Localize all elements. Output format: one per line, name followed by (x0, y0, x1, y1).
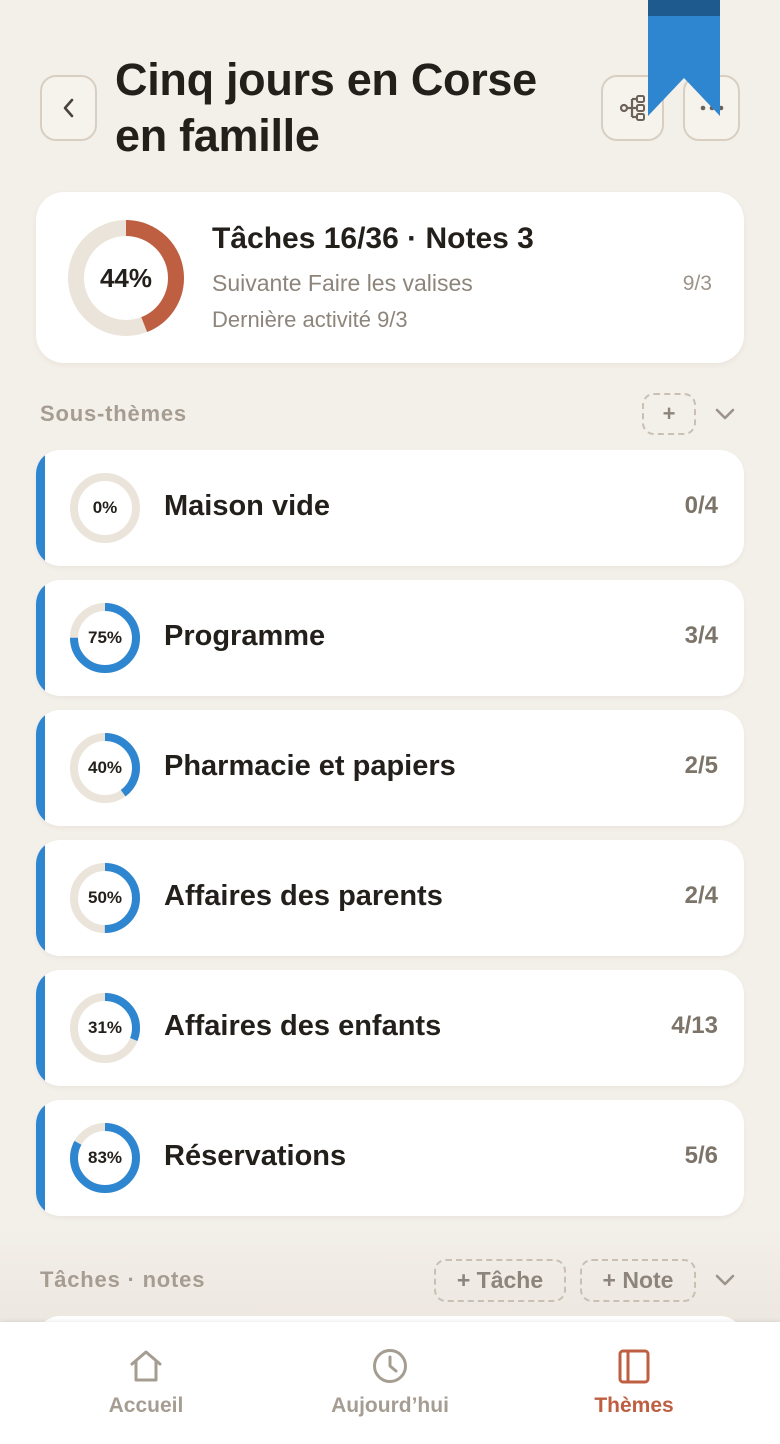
subtheme-count: 0/4 (684, 492, 718, 519)
subtheme-card[interactable]: 50% Affaires des parents 2/4 (36, 840, 744, 956)
subtheme-name: Pharmacie et papiers (164, 750, 456, 782)
nav-item-aujourdhui[interactable]: Aujourd’hui (290, 1322, 490, 1444)
bottom-nav: Accueil Aujourd’hui Thèmes (0, 1322, 780, 1444)
subtheme-name: Programme (164, 620, 326, 652)
subtheme-count: 2/4 (684, 882, 718, 909)
next-task-date: 9/3 (682, 272, 712, 295)
tasks-section-label: Tâches · notes (40, 1267, 206, 1292)
subtheme-count: 2/5 (684, 752, 718, 779)
subtheme-count: 4/13 (671, 1012, 718, 1039)
nav-label: Thèmes (594, 1394, 674, 1417)
subtheme-count: 3/4 (684, 622, 718, 649)
page-title-line-2: en famille (115, 110, 320, 161)
subtheme-percent: 0% (92, 498, 118, 517)
page-title: Cinq jours en Corse en famille (115, 52, 585, 164)
home-icon (130, 1350, 162, 1382)
subtheme-percent: 83% (87, 1148, 123, 1167)
subtheme-percent: 31% (87, 1018, 123, 1037)
nav-item-themes[interactable]: Thèmes (534, 1322, 734, 1444)
book-icon (618, 1349, 650, 1384)
subtheme-accent-bar (36, 710, 45, 826)
subtheme-card[interactable]: 0% Maison vide 0/4 (36, 450, 744, 566)
add-note-button[interactable]: + Note (580, 1259, 696, 1302)
tree-structure-icon (619, 95, 645, 121)
nav-item-accueil[interactable]: Accueil (46, 1322, 246, 1444)
subtheme-percent: 75% (87, 628, 123, 647)
bookmark-ribbon-icon[interactable] (648, 0, 720, 116)
last-activity-text: Dernière activité 9/3 (212, 307, 408, 332)
subtheme-name: Réservations (164, 1140, 347, 1172)
subtheme-card[interactable]: 31% Affaires des enfants 4/13 (36, 970, 744, 1086)
clock-icon (373, 1349, 407, 1383)
subtheme-percent: 40% (87, 758, 123, 777)
subtheme-accent-bar (36, 580, 45, 696)
subtheme-card[interactable]: 40% Pharmacie et papiers 2/5 (36, 710, 744, 826)
chevron-down-icon[interactable] (713, 1272, 737, 1288)
progress-summary-card[interactable]: 44% Tâches 16/36 · Notes 3 Suivante Fair… (36, 192, 744, 363)
subtheme-accent-bar (36, 450, 45, 566)
subtheme-card[interactable]: 75% Programme 3/4 (36, 580, 744, 696)
add-task-button[interactable]: + Tâche (434, 1259, 566, 1302)
page-title-line-1: Cinq jours en Corse (115, 54, 537, 105)
subthemes-section-label: Sous-thèmes (40, 401, 187, 426)
subtheme-name: Maison vide (164, 490, 330, 522)
subtheme-accent-bar (36, 840, 45, 956)
chevron-left-icon (63, 98, 73, 118)
subtheme-accent-bar (36, 970, 45, 1086)
nav-label: Accueil (108, 1394, 184, 1417)
subtheme-name: Affaires des parents (164, 880, 443, 912)
back-button[interactable] (40, 75, 97, 141)
subtheme-percent: 50% (87, 888, 123, 907)
subtheme-card[interactable]: 83% Réservations 5/6 (36, 1100, 744, 1216)
nav-label: Aujourd’hui (331, 1394, 449, 1417)
chevron-down-icon[interactable] (713, 406, 737, 422)
next-task-text: Suivante Faire les valises (212, 270, 473, 296)
summary-title: Tâches 16/36 · Notes 3 (212, 222, 534, 255)
add-subtheme-button[interactable]: + (642, 393, 696, 435)
summary-percent: 44% (99, 262, 153, 293)
subtheme-count: 5/6 (684, 1142, 718, 1169)
subtheme-accent-bar (36, 1100, 45, 1216)
subtheme-name: Affaires des enfants (164, 1010, 442, 1042)
